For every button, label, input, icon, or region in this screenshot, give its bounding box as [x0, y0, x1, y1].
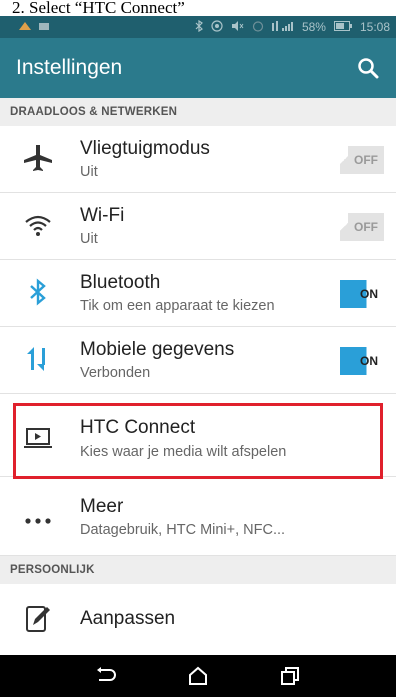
bluetooth-toggle[interactable]: ON	[340, 280, 384, 308]
personalize-icon	[22, 602, 54, 634]
toggle-label: OFF	[354, 153, 378, 167]
bluetooth-status-icon	[195, 19, 203, 35]
toggle-notch	[340, 213, 348, 241]
section-header-personal: PERSOONLIJK	[0, 556, 396, 584]
alarm-icon	[252, 20, 264, 35]
section-header-wireless: DRAADLOOS & NETWERKEN	[0, 98, 396, 126]
nfc-status-icon	[211, 19, 223, 35]
battery-icon	[333, 20, 352, 34]
setting-label: Vliegtuigmodus	[80, 138, 210, 159]
htc-connect-icon	[22, 421, 54, 453]
status-bar: 58% 15:08	[0, 16, 396, 38]
signal-icon	[271, 20, 294, 35]
caption-text: 2. Select “HTC Connect”	[0, 0, 396, 16]
setting-sublabel: Datagebruik, HTC Mini+, NFC...	[80, 522, 286, 538]
navigation-bar	[0, 655, 396, 697]
setting-sublabel: Uit	[80, 231, 98, 247]
setting-row-personalize[interactable]: Aanpassen	[0, 584, 396, 655]
app-bar: Instellingen	[0, 38, 396, 98]
setting-row-bluetooth[interactable]: Bluetooth Tik om een apparaat te kiezen …	[0, 260, 396, 327]
setting-label: Bluetooth	[80, 272, 161, 293]
setting-label: Mobiele gegevens	[80, 339, 235, 360]
toggle-label: ON	[360, 287, 378, 301]
airplane-icon	[22, 142, 54, 174]
setting-label: HTC Connect	[80, 417, 196, 438]
recent-apps-icon[interactable]	[272, 658, 308, 694]
setting-sublabel: Kies waar je media wilt afspelen	[80, 444, 287, 460]
wifi-icon	[22, 209, 54, 241]
bluetooth-icon	[22, 276, 54, 308]
setting-row-airplane[interactable]: Vliegtuigmodus Uit OFF	[0, 126, 396, 193]
page-title: Instellingen	[16, 56, 123, 79]
mute-icon	[231, 20, 244, 35]
mobile-data-toggle[interactable]: ON	[340, 347, 384, 375]
toggle-notch	[340, 146, 348, 174]
toggle-label: ON	[360, 354, 378, 368]
setting-row-wifi[interactable]: Wi-Fi Uit OFF	[0, 193, 396, 260]
home-icon[interactable]	[180, 658, 216, 694]
battery-percent: 58%	[301, 20, 326, 34]
setting-label: Aanpassen	[80, 608, 176, 629]
setting-row-mobile-data[interactable]: Mobiele gegevens Verbonden ON	[0, 327, 396, 394]
back-icon[interactable]	[88, 658, 124, 694]
setting-row-htc-connect[interactable]: HTC Connect Kies waar je media wilt afsp…	[0, 407, 396, 477]
notification-icon	[38, 20, 50, 35]
more-dots-icon	[22, 504, 54, 536]
search-icon[interactable]	[354, 54, 382, 82]
setting-label: Meer	[80, 496, 124, 517]
setting-sublabel: Uit	[80, 164, 98, 180]
setting-label: Wi-Fi	[80, 205, 125, 226]
clock: 15:08	[359, 20, 390, 34]
notification-icon	[18, 20, 32, 35]
toggle-label: OFF	[354, 220, 378, 234]
airplane-toggle[interactable]: OFF	[340, 146, 384, 174]
wifi-toggle[interactable]: OFF	[340, 213, 384, 241]
setting-sublabel: Tik om een apparaat te kiezen	[80, 298, 275, 314]
mobile-data-icon	[22, 343, 54, 375]
setting-sublabel: Verbonden	[80, 365, 151, 381]
setting-row-more[interactable]: Meer Datagebruik, HTC Mini+, NFC...	[0, 484, 396, 556]
